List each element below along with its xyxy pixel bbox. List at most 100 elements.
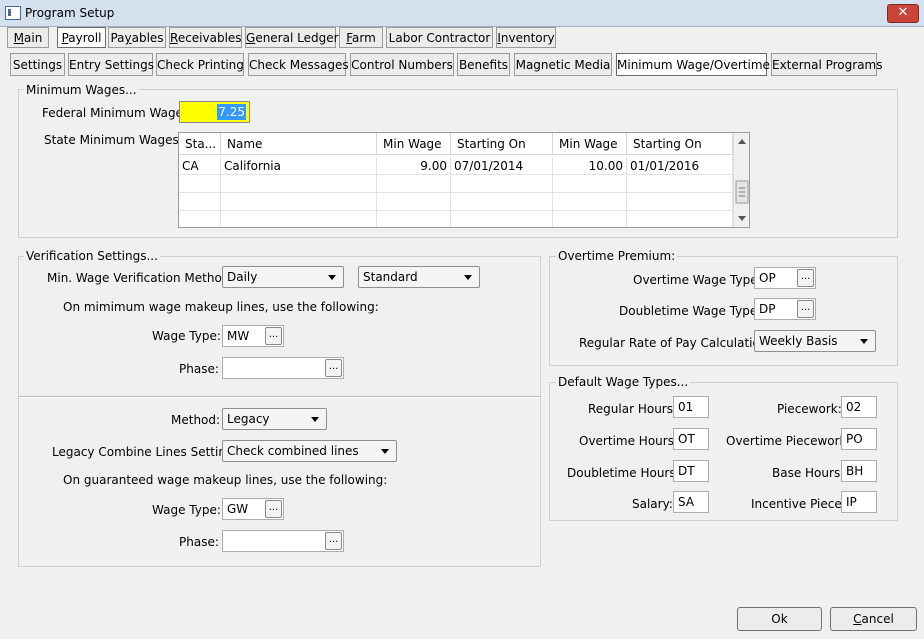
incentive-piece-input[interactable]: IP bbox=[841, 491, 877, 513]
base-hours-value: BH bbox=[846, 464, 864, 478]
column-header-starting-on-1[interactable]: Starting On bbox=[451, 133, 553, 155]
empty-cell bbox=[377, 193, 451, 211]
chevron-down-icon bbox=[464, 275, 472, 280]
subtab-control-numbers[interactable]: Control Numbers bbox=[350, 53, 454, 76]
empty-cell bbox=[451, 175, 553, 193]
empty-cell bbox=[627, 175, 733, 193]
doubletime-wage-type-value: DP bbox=[759, 302, 776, 316]
subtab-check-printing[interactable]: Check Printing bbox=[156, 53, 244, 76]
chevron-down-icon bbox=[381, 449, 389, 454]
piecework-input[interactable]: 02 bbox=[841, 396, 877, 418]
tab-farm[interactable]: Farm bbox=[339, 27, 383, 48]
chevron-down-icon bbox=[328, 275, 336, 280]
regular-rate-calculation-value: Weekly Basis bbox=[759, 334, 838, 348]
regular-hours-input[interactable]: 01 bbox=[673, 396, 709, 418]
state-minimum-wages-label: State Minimum Wages: bbox=[44, 133, 183, 147]
doubletime-hours-input[interactable]: DT bbox=[673, 460, 709, 482]
verification-divider bbox=[19, 396, 540, 398]
regular-rate-calculation-label: Regular Rate of Pay Calculation: bbox=[579, 336, 772, 350]
doubletime-hours-value: DT bbox=[678, 464, 695, 478]
cell-min-wage-1: 9.00 bbox=[377, 157, 451, 175]
federal-minimum-wage-input[interactable]: 7.25 bbox=[179, 101, 250, 123]
overtime-hours-input[interactable]: OT bbox=[673, 428, 709, 450]
min-wage-verification-method-label: Min. Wage Verification Method: bbox=[47, 271, 234, 285]
verification-standard-dropdown[interactable]: Standard bbox=[358, 266, 480, 288]
legacy-combine-lines-dropdown[interactable]: Check combined lines bbox=[222, 440, 397, 462]
regular-hours-label: Regular Hours: bbox=[588, 402, 678, 416]
method-value: Legacy bbox=[227, 412, 270, 426]
scrollbar-graphic bbox=[735, 139, 749, 221]
tab-receivables[interactable]: Receivables bbox=[169, 27, 242, 48]
subtab-external-programs[interactable]: External Programs bbox=[771, 53, 882, 76]
subtab-benefits[interactable]: Benefits bbox=[457, 53, 510, 76]
column-header-state[interactable]: Sta... bbox=[179, 133, 221, 155]
tab-payroll[interactable]: Payroll bbox=[57, 27, 106, 48]
empty-cell bbox=[451, 211, 553, 227]
cell-min-wage-2: 10.00 bbox=[553, 157, 627, 175]
verification-method-dropdown[interactable]: Daily bbox=[222, 266, 344, 288]
phase-2-lookup-button[interactable]: ... bbox=[325, 532, 342, 550]
empty-cell bbox=[377, 175, 451, 193]
subtab-entry-settings[interactable]: Entry Settings bbox=[68, 53, 154, 76]
table-vertical-scrollbar[interactable] bbox=[733, 133, 749, 227]
tab-main[interactable]: Main bbox=[7, 27, 49, 48]
federal-minimum-wage-value: 7.25 bbox=[217, 104, 246, 120]
empty-cell bbox=[553, 175, 627, 193]
state-minimum-wages-table[interactable]: Sta... Name Min Wage Starting On Min Wag… bbox=[178, 132, 750, 228]
regular-rate-calculation-dropdown[interactable]: Weekly Basis bbox=[754, 330, 876, 352]
empty-cell bbox=[221, 193, 377, 211]
column-header-starting-on-2[interactable]: Starting On bbox=[627, 133, 733, 155]
phase-lookup-button[interactable]: ... bbox=[325, 359, 342, 377]
column-header-min-wage-1[interactable]: Min Wage bbox=[377, 133, 451, 155]
cell-state: CA bbox=[179, 157, 221, 175]
wage-type-2-value: GW bbox=[227, 502, 249, 516]
tab-labor-contractor[interactable]: Labor Contractor bbox=[386, 27, 493, 48]
subtab-settings[interactable]: Settings bbox=[10, 53, 65, 76]
wage-type-2-label: Wage Type: bbox=[152, 503, 221, 517]
empty-cell bbox=[179, 211, 221, 227]
app-icon bbox=[5, 6, 21, 20]
ok-button[interactable]: Ok bbox=[737, 607, 822, 631]
tab-inventory[interactable]: Inventory bbox=[496, 27, 556, 48]
subtab-magnetic-media[interactable]: Magnetic Media bbox=[514, 53, 612, 76]
overtime-piecework-label: Overtime Piecework: bbox=[726, 434, 851, 448]
overtime-hours-value: OT bbox=[678, 432, 695, 446]
wage-type-2-lookup-button[interactable]: ... bbox=[265, 500, 282, 518]
column-header-name[interactable]: Name bbox=[221, 133, 377, 155]
salary-label: Salary: bbox=[632, 497, 673, 511]
tab-payables[interactable]: Payables bbox=[108, 27, 166, 48]
regular-hours-value: 01 bbox=[678, 400, 694, 414]
base-hours-input[interactable]: BH bbox=[841, 460, 877, 482]
cell-name: California bbox=[221, 157, 377, 175]
salary-input[interactable]: SA bbox=[673, 491, 709, 513]
cancel-button[interactable]: Cancel bbox=[830, 607, 917, 631]
base-hours-label: Base Hours: bbox=[772, 466, 845, 480]
subtab-check-messages[interactable]: Check Messages bbox=[248, 53, 349, 76]
subtab-minimum-wage-overtime[interactable]: Minimum Wage/Overtime bbox=[616, 53, 770, 76]
default-wage-types-group-title: Default Wage Types... bbox=[556, 375, 691, 389]
tab-general-ledger[interactable]: General Ledger bbox=[245, 27, 339, 48]
makeup-lines-note: On mimimum wage makeup lines, use the fo… bbox=[63, 300, 379, 314]
minimum-wages-group-title: Minimum Wages... bbox=[24, 83, 139, 97]
wage-type-value: MW bbox=[227, 329, 250, 343]
wage-type-label: Wage Type: bbox=[152, 329, 221, 343]
close-button[interactable]: ✕ bbox=[887, 4, 919, 23]
verification-standard-value: Standard bbox=[363, 270, 418, 284]
overtime-wage-type-lookup-button[interactable]: ... bbox=[797, 269, 814, 287]
legacy-combine-lines-value: Check combined lines bbox=[227, 444, 359, 458]
empty-cell bbox=[221, 211, 377, 227]
chevron-down-icon bbox=[860, 339, 868, 344]
wage-type-lookup-button[interactable]: ... bbox=[265, 327, 282, 345]
overtime-piecework-input[interactable]: PO bbox=[841, 428, 877, 450]
window-title: Program Setup bbox=[25, 6, 115, 20]
overtime-hours-label: Overtime Hours: bbox=[579, 434, 678, 448]
empty-cell bbox=[179, 193, 221, 211]
piecework-value: 02 bbox=[846, 400, 862, 414]
empty-cell bbox=[221, 175, 377, 193]
method-dropdown[interactable]: Legacy bbox=[222, 408, 327, 430]
empty-cell bbox=[627, 211, 733, 227]
column-header-min-wage-2[interactable]: Min Wage bbox=[553, 133, 627, 155]
doubletime-wage-type-lookup-button[interactable]: ... bbox=[797, 300, 814, 318]
chevron-down-icon bbox=[311, 417, 319, 422]
doubletime-wage-type-label: Doubletime Wage Type: bbox=[619, 304, 762, 318]
